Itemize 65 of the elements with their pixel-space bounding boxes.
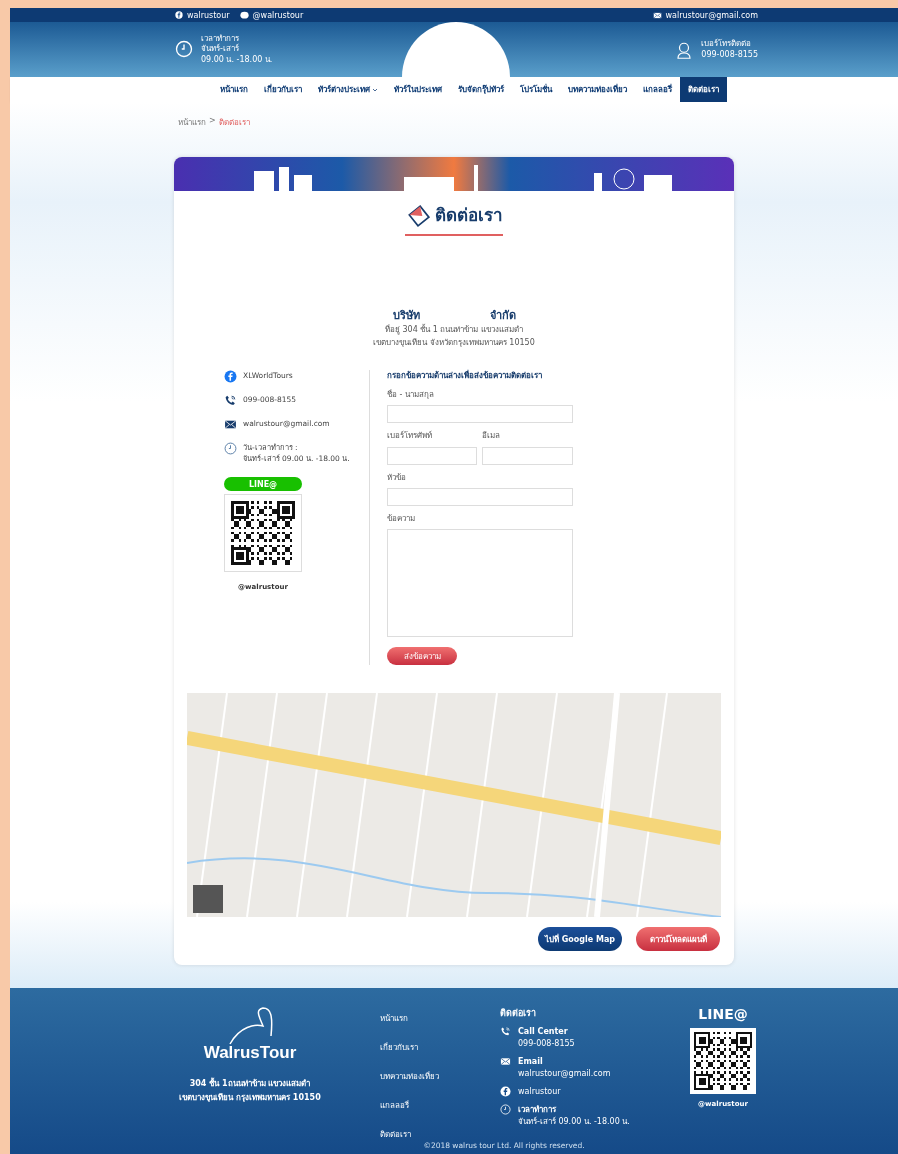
facebook-icon bbox=[224, 369, 237, 383]
footer-link[interactable]: แกลลอรี่ bbox=[380, 1099, 490, 1112]
nav-item[interactable]: แกลลอรี่ bbox=[634, 77, 680, 102]
form-title: กรอกข้อความด้านล่างเพื่อส่งข้อความติดต่อเรา bbox=[387, 369, 543, 382]
clock-icon bbox=[224, 441, 237, 455]
field-label: ชื่อ - นามสกุล bbox=[387, 388, 435, 401]
phone-icon bbox=[224, 393, 237, 407]
chat-bubble-icon bbox=[239, 10, 249, 20]
contact-phone: เบอร์โทรติดต่อ 099-008-8155 bbox=[701, 39, 758, 60]
field-label: เบอร์โทรศัพท์ bbox=[387, 429, 433, 442]
field-label: หัวข้อ bbox=[387, 472, 407, 485]
clock-icon bbox=[175, 40, 193, 59]
contact-value: walrustour@gmail.com bbox=[518, 1068, 611, 1080]
company-address: ที่อยู่ 304 ชั้น 1 ถนนท่าข้าม แขวงแสมดำ เขตบางขุนเทียน จังหวัดกรุงเทพมหานคร 10150 bbox=[373, 324, 535, 349]
footer-heading: ติดต่อเรา bbox=[500, 1007, 537, 1020]
subject-input[interactable] bbox=[387, 488, 573, 507]
nav-item[interactable]: เกี่ยวกับเรา bbox=[255, 77, 310, 102]
field-label: ข้อความ bbox=[387, 513, 416, 526]
nav-item[interactable]: บทความท่องเที่ยว bbox=[559, 77, 635, 102]
contact-value: walrustour bbox=[518, 1086, 561, 1098]
line-link[interactable]: @walrustour bbox=[239, 10, 304, 20]
facebook-icon bbox=[175, 11, 183, 19]
brand-logo-text: WalrusTour bbox=[203, 1042, 297, 1064]
contact-title: เวลาทำการ bbox=[518, 1104, 557, 1116]
footer-line-title: LINE@ bbox=[698, 1006, 748, 1022]
name-input[interactable] bbox=[387, 404, 573, 423]
nav-item[interactable]: โปรโมชั่น bbox=[511, 77, 560, 102]
footer-link[interactable]: เกี่ยวกับเรา bbox=[380, 1041, 490, 1054]
footer-address: 304 ชั้น 1ถนนท่าข้าม แขวงแสมดำ เขตบางขุนเทียน กรุงเทพมหานคร 10150 bbox=[179, 1076, 321, 1104]
page-title: ติดต่อเรา bbox=[435, 204, 503, 227]
field-label: อีเมล bbox=[482, 429, 501, 442]
company-name-suffix: จำกัด bbox=[489, 308, 516, 324]
email-icon bbox=[500, 1056, 511, 1067]
download-map-button[interactable]: ดาวน์โหลดแผนที่ bbox=[636, 927, 720, 952]
contact-value: จันทร์-เสาร์ 09.00 น. -18.00 น. bbox=[518, 1116, 630, 1128]
nav-item[interactable]: รับจัดกรุ๊ปทัวร์ bbox=[449, 77, 512, 102]
footer-link[interactable]: ติดต่อเรา bbox=[380, 1128, 490, 1141]
open-map-button[interactable]: ไปที่ Google Map bbox=[538, 927, 622, 952]
line-badge: LINE@ bbox=[224, 477, 302, 492]
qr-code bbox=[231, 501, 295, 566]
breadcrumb-link[interactable]: หน้าแรก bbox=[178, 116, 206, 129]
footer-link[interactable]: บทความท่องเที่ยว bbox=[380, 1070, 490, 1083]
contact-title: Call Center bbox=[518, 1026, 569, 1038]
nav-item[interactable]: หน้าแรก bbox=[211, 77, 256, 102]
phone-input[interactable] bbox=[387, 447, 477, 466]
breadcrumb-separator: > bbox=[209, 116, 216, 127]
breadcrumb-link[interactable]: ติดต่อเรา bbox=[218, 116, 250, 129]
phone-icon bbox=[500, 1026, 511, 1037]
facebook-link[interactable]: walrustour bbox=[175, 10, 230, 20]
contact-title: Email bbox=[518, 1056, 544, 1068]
contact-value: 099-008-8155 bbox=[518, 1038, 575, 1050]
nav-item[interactable]: ติดต่อเรา bbox=[679, 77, 727, 102]
company-name: บริษัท bbox=[392, 308, 420, 324]
email-input[interactable] bbox=[482, 447, 573, 466]
nav-item[interactable]: ทัวร์ต่างประเทศ bbox=[309, 77, 386, 102]
email-icon bbox=[652, 10, 662, 20]
nav-item[interactable]: ทัวร์ในประเทศ bbox=[385, 77, 450, 102]
facebook-icon bbox=[500, 1086, 511, 1097]
footer-link[interactable]: หน้าแรก bbox=[380, 1012, 490, 1025]
business-hours: เวลาทำการ จันทร์-เสาร์ 09.00 น. -18.00 น. bbox=[201, 33, 273, 66]
email-icon bbox=[224, 417, 237, 431]
message-textarea[interactable] bbox=[387, 529, 573, 638]
email-link[interactable]: walrustour@gmail.com bbox=[652, 10, 758, 20]
submit-button[interactable]: ส่งข้อความ bbox=[387, 647, 457, 666]
clock-icon bbox=[500, 1104, 511, 1115]
